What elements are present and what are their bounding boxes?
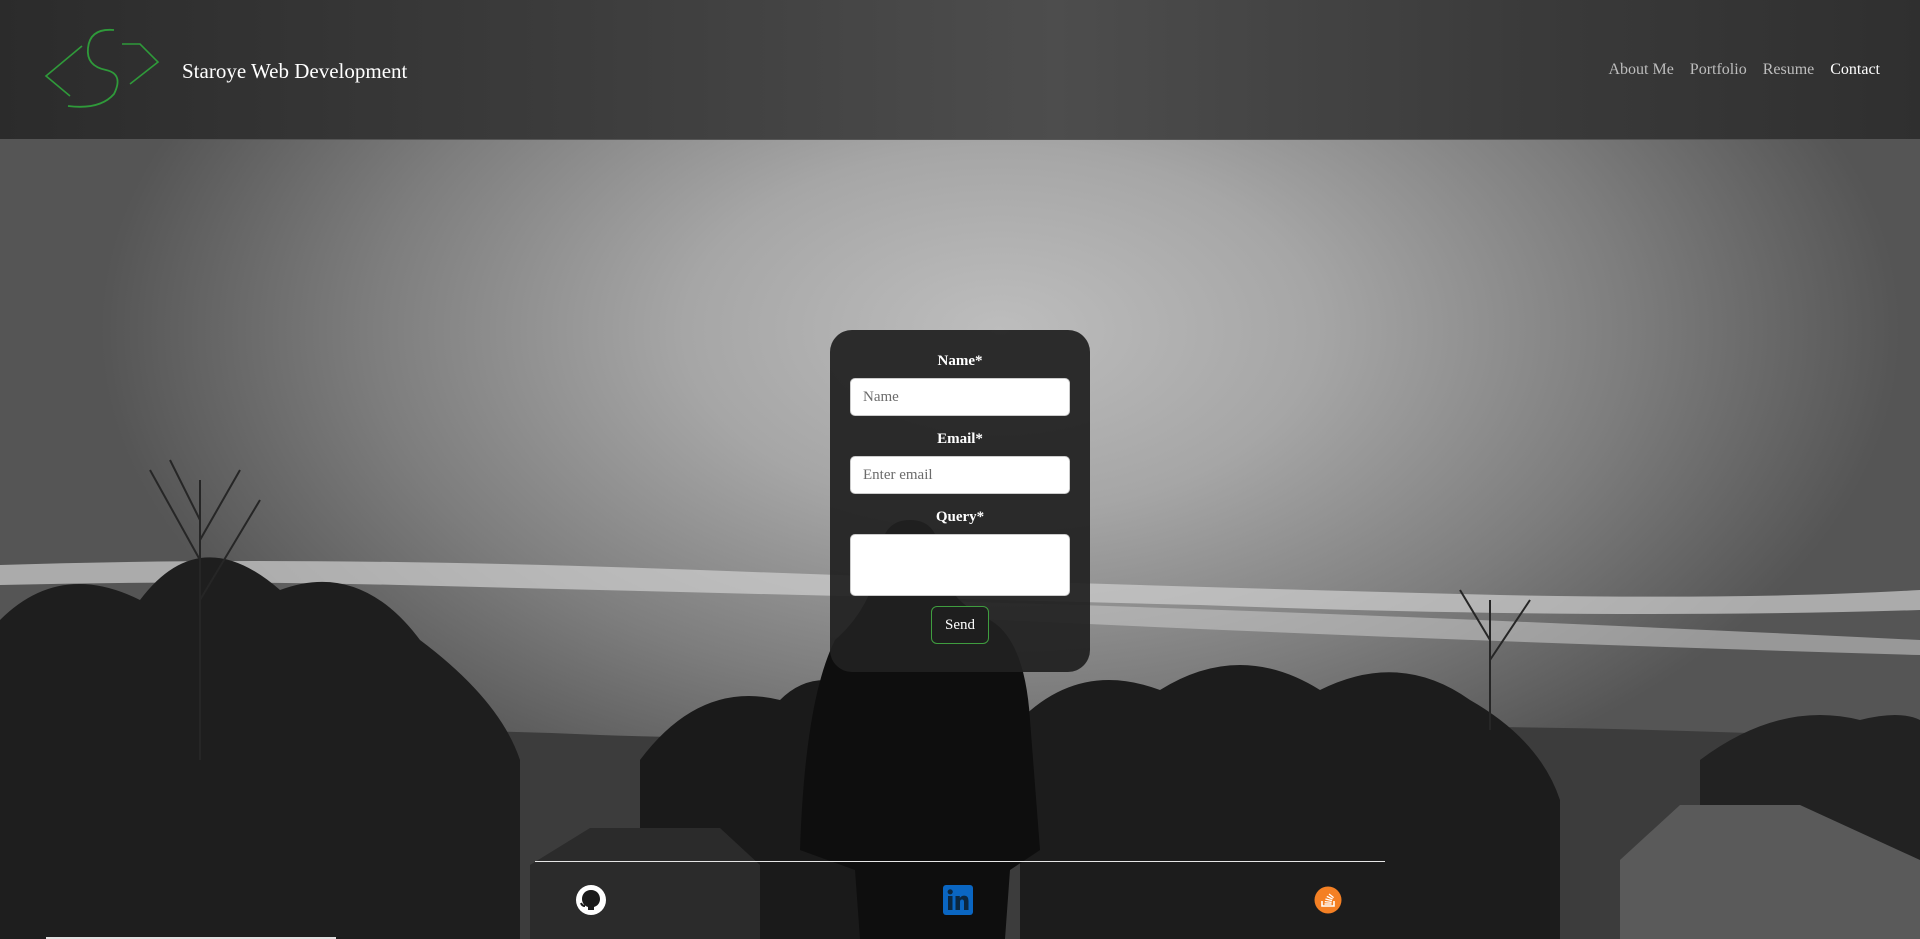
signature-logo-icon[interactable] bbox=[40, 26, 165, 112]
name-label: Name* bbox=[937, 353, 983, 369]
site-header: Staroye Web Development About Me Portfol… bbox=[0, 0, 1920, 140]
nav-contact[interactable]: Contact bbox=[1830, 58, 1880, 82]
main-nav: About Me Portfolio Resume Contact bbox=[1608, 58, 1880, 82]
query-textarea[interactable] bbox=[850, 534, 1070, 596]
query-label: Query* bbox=[935, 509, 985, 525]
linkedin-icon[interactable] bbox=[942, 884, 974, 916]
github-icon[interactable] bbox=[575, 884, 607, 916]
stackoverflow-icon[interactable] bbox=[1312, 884, 1344, 916]
nav-portfolio[interactable]: Portfolio bbox=[1690, 58, 1747, 82]
brand-title: Staroye Web Development bbox=[182, 59, 408, 83]
send-button[interactable]: Send bbox=[931, 606, 989, 644]
contact-form: Name* Email* Query* Send bbox=[830, 330, 1090, 672]
nav-resume[interactable]: Resume bbox=[1763, 58, 1815, 82]
footer-divider bbox=[535, 861, 1385, 862]
nav-about-me[interactable]: About Me bbox=[1608, 58, 1673, 82]
email-input[interactable] bbox=[850, 456, 1070, 494]
email-label: Email* bbox=[937, 431, 983, 447]
name-input[interactable] bbox=[850, 378, 1070, 416]
